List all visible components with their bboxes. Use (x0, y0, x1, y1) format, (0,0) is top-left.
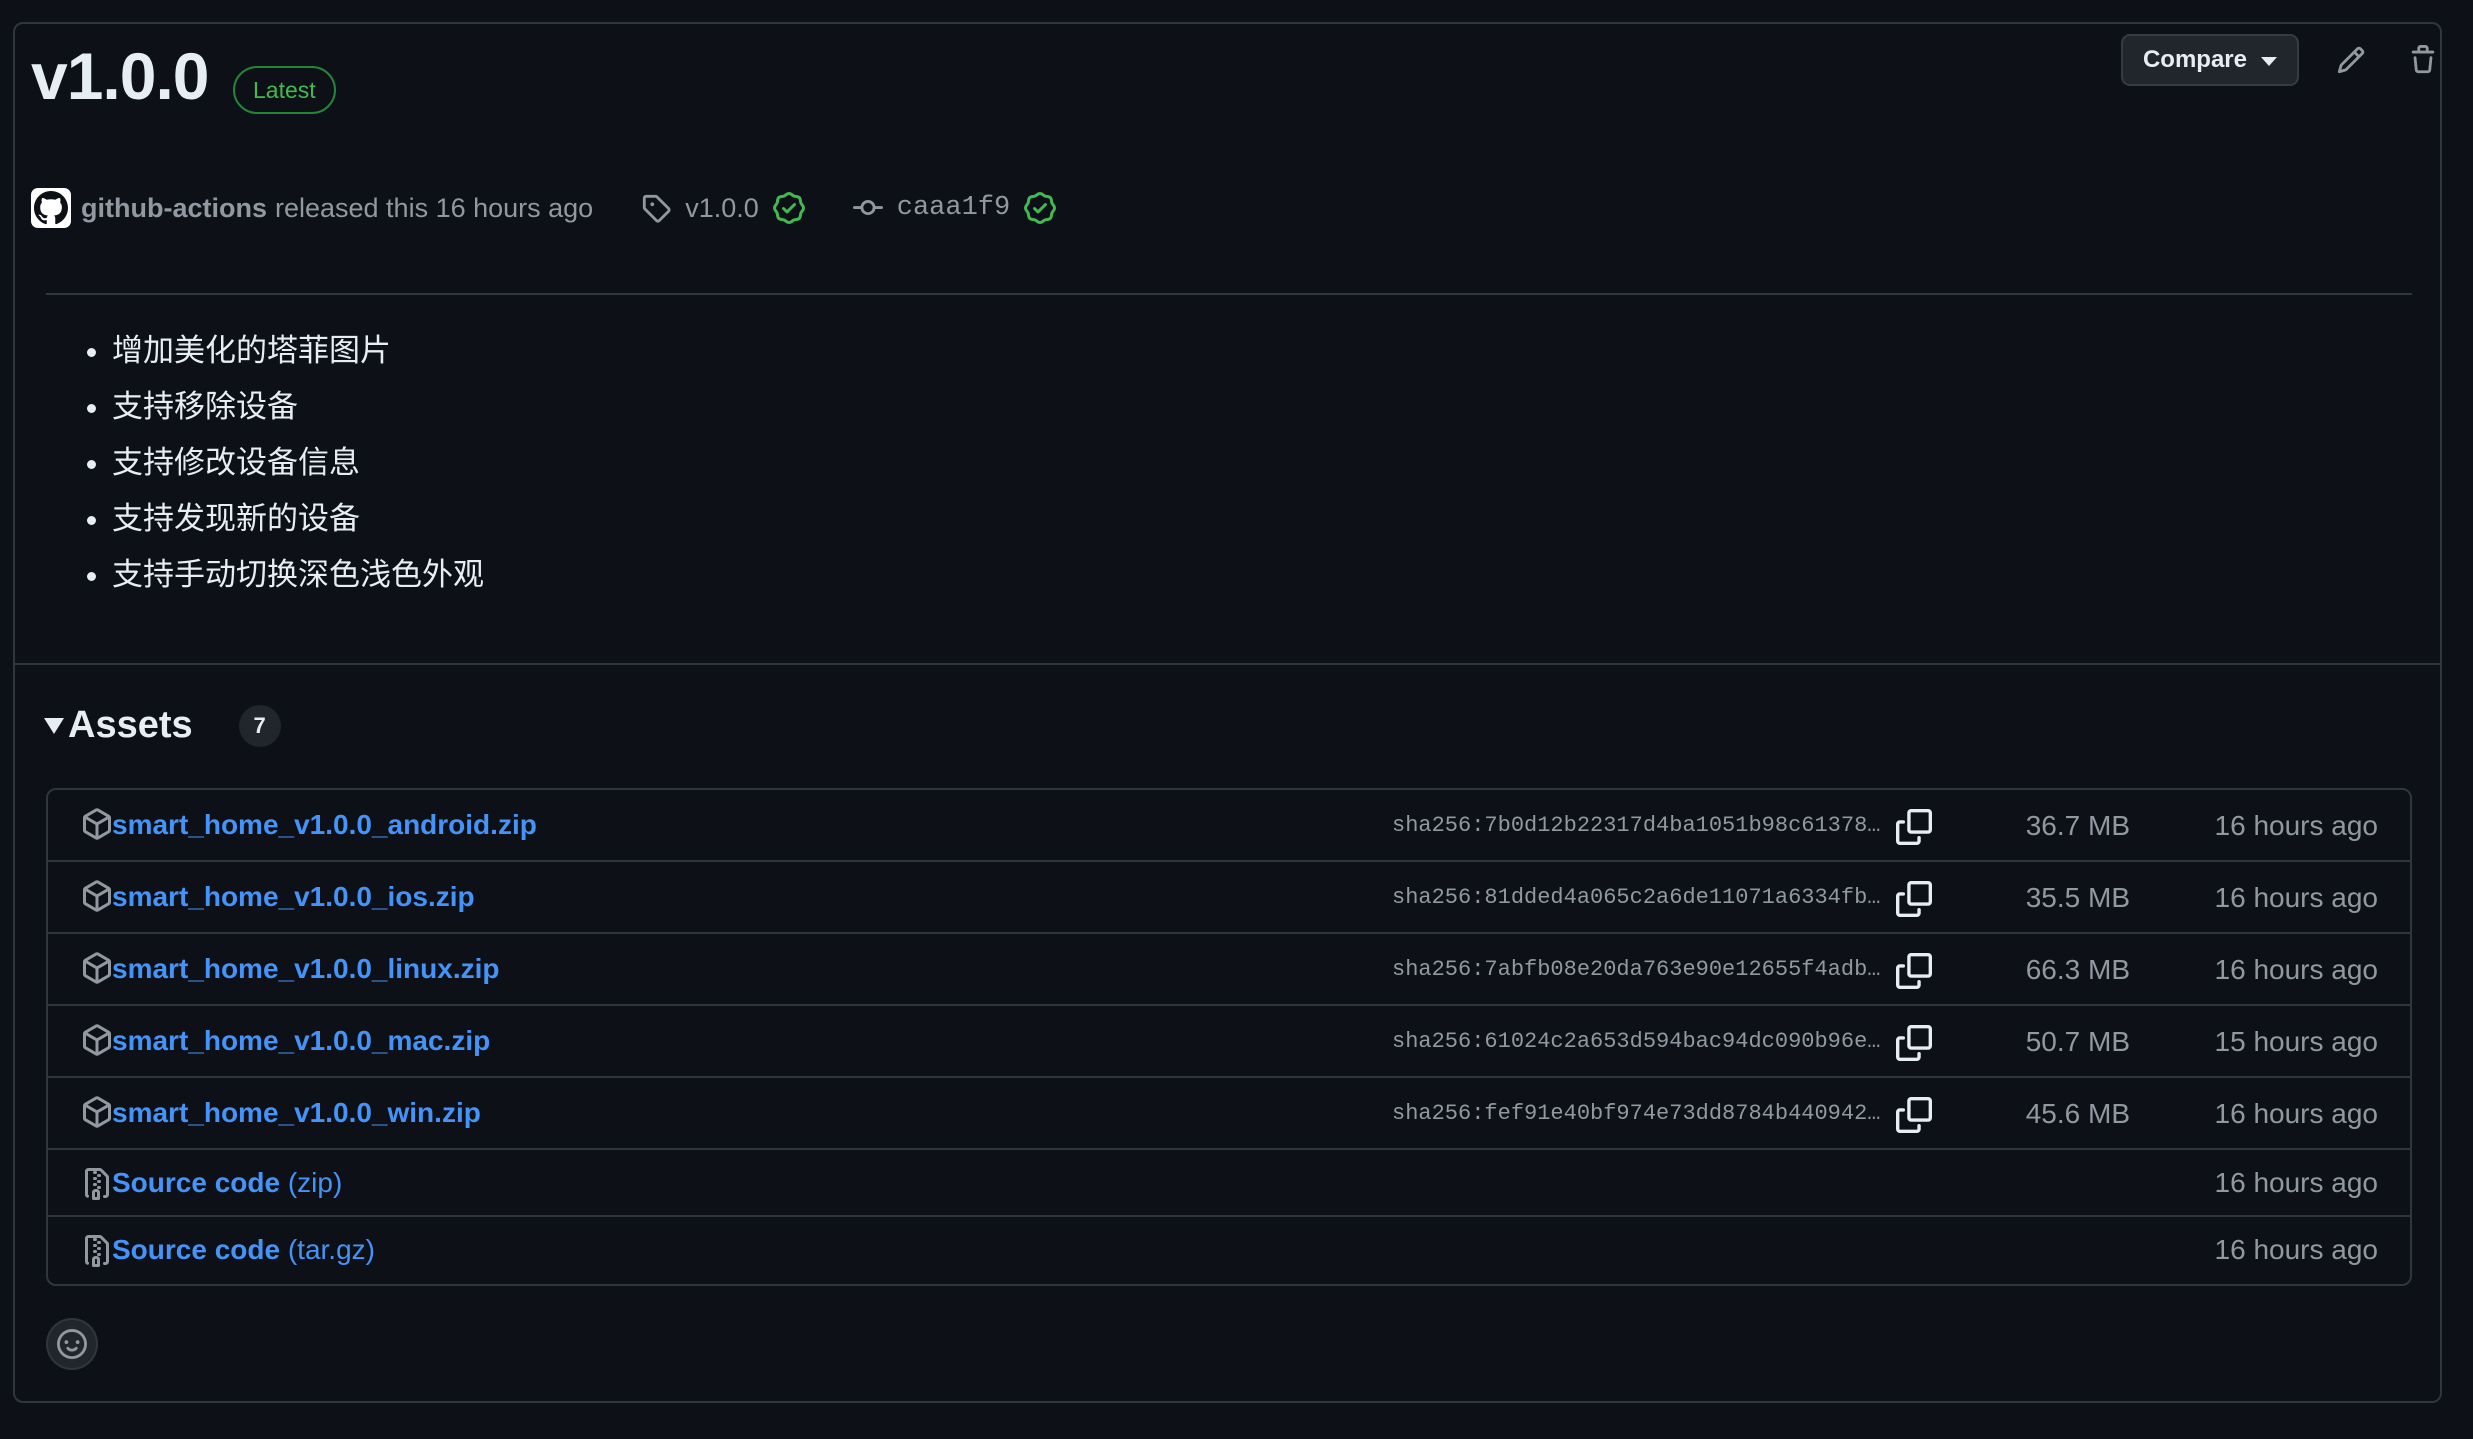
asset-download-link[interactable]: smart_home_v1.0.0_win.zip (112, 1078, 481, 1148)
verified-check-icon[interactable] (1024, 192, 1057, 224)
release-title[interactable]: v1.0.0 (31, 38, 209, 114)
triangle-down-icon (44, 717, 64, 734)
trash-icon (2411, 45, 2435, 74)
asset-sha256: sha256:81dded4a065c2a6de11071a6334fb… (1392, 885, 1881, 910)
author-link[interactable]: github-actions (81, 193, 267, 224)
source-format: (tar.gz) (287, 1234, 375, 1265)
source-format: (zip) (287, 1167, 343, 1198)
asset-time: 16 hours ago (2214, 1234, 2378, 1265)
copy-icon[interactable] (1896, 1025, 1932, 1061)
asset-time: 16 hours ago (2214, 1167, 2378, 1198)
source-code-label: Source code (112, 1234, 281, 1265)
smiley-icon (57, 1329, 87, 1359)
copy-icon[interactable] (1896, 881, 1932, 917)
source-code-label: Source code (112, 1167, 281, 1198)
asset-size: 36.7 MB (2025, 810, 2130, 841)
compare-button-label: Compare (2142, 46, 2247, 73)
commit-link[interactable]: caaa1f9 (897, 193, 1010, 223)
asset-download-link[interactable]: smart_home_v1.0.0_android.zip (112, 790, 537, 860)
asset-sha256: sha256:7abfb08e20da763e90e12655f4adb… (1392, 957, 1881, 982)
package-icon (83, 808, 111, 840)
git-commit-icon (852, 200, 883, 216)
add-reaction-button[interactable] (46, 1318, 98, 1370)
release-note-item: 支持移除设备 (112, 384, 484, 440)
package-icon (83, 1024, 111, 1056)
asset-time: 16 hours ago (2214, 882, 2378, 913)
github-mark-icon (34, 191, 68, 225)
edit-release-button[interactable] (2331, 40, 2371, 80)
header-divider (46, 293, 2412, 295)
asset-row: smart_home_v1.0.0_ios.zip sha256:81dded4… (48, 862, 2410, 934)
asset-sha256: sha256:61024c2a653d594bac94dc090b96e… (1392, 1029, 1881, 1054)
tag-icon (643, 194, 671, 223)
asset-size: 66.3 MB (2025, 954, 2130, 985)
tag-group: v1.0.0 (641, 192, 805, 224)
asset-download-link[interactable]: smart_home_v1.0.0_ios.zip (112, 862, 475, 932)
asset-download-link[interactable]: smart_home_v1.0.0_linux.zip (112, 934, 500, 1004)
tag-link[interactable]: v1.0.0 (685, 193, 759, 224)
asset-sha256: sha256:fef91e40bf974e73dd8784b440942… (1392, 1101, 1881, 1126)
released-text: released this 16 hours ago (274, 192, 594, 223)
pencil-icon (2337, 46, 2365, 74)
asset-row-source: Source code (zip) 16 hours ago (48, 1150, 2410, 1217)
package-icon (83, 880, 111, 912)
release-note-item: 支持修改设备信息 (112, 440, 484, 496)
author-avatar[interactable] (31, 188, 71, 228)
asset-time: 16 hours ago (2214, 954, 2378, 985)
source-code-zip-link[interactable]: Source code (zip) (112, 1150, 342, 1216)
asset-time: 16 hours ago (2214, 1098, 2378, 1129)
chevron-down-icon (2261, 57, 2277, 66)
latest-badge: Latest (233, 66, 336, 114)
file-zip-icon (85, 1168, 109, 1200)
assets-list: smart_home_v1.0.0_android.zip sha256:7b0… (46, 788, 2412, 1286)
release-header-actions: Compare (2120, 34, 2443, 86)
section-divider (13, 663, 2442, 665)
compare-button[interactable]: Compare (2120, 34, 2299, 86)
release-note-item: 支持手动切换深色浅色外观 (112, 552, 484, 608)
release-meta: github-actions released this 16 hours ag… (31, 185, 1057, 231)
asset-size: 50.7 MB (2025, 1026, 2130, 1057)
asset-time: 16 hours ago (2214, 810, 2378, 841)
asset-row: smart_home_v1.0.0_linux.zip sha256:7abfb… (48, 934, 2410, 1006)
asset-row: smart_home_v1.0.0_android.zip sha256:7b0… (48, 790, 2410, 862)
package-icon (83, 952, 111, 984)
asset-size: 45.6 MB (2025, 1098, 2130, 1129)
release-note-item: 增加美化的塔菲图片 (112, 328, 484, 384)
verified-check-icon[interactable] (772, 192, 805, 224)
assets-title: Assets (68, 704, 193, 746)
copy-icon[interactable] (1896, 809, 1932, 845)
copy-icon[interactable] (1896, 953, 1932, 989)
package-icon (83, 1096, 111, 1128)
asset-time: 15 hours ago (2214, 1026, 2378, 1057)
asset-sha256: sha256:7b0d12b22317d4ba1051b98c61378… (1392, 813, 1881, 838)
delete-release-button[interactable] (2403, 40, 2443, 80)
asset-row-source: Source code (tar.gz) 16 hours ago (48, 1217, 2410, 1284)
copy-icon[interactable] (1896, 1097, 1932, 1133)
release-notes: 增加美化的塔菲图片 支持移除设备 支持修改设备信息 支持发现新的设备 支持手动切… (70, 328, 484, 608)
source-code-targz-link[interactable]: Source code (tar.gz) (112, 1217, 375, 1283)
release-note-item: 支持发现新的设备 (112, 496, 484, 552)
asset-row: smart_home_v1.0.0_win.zip sha256:fef91e4… (48, 1078, 2410, 1150)
asset-size: 35.5 MB (2025, 882, 2130, 913)
commit-group: caaa1f9 (852, 192, 1057, 224)
assets-toggle[interactable]: Assets 7 (44, 704, 281, 747)
asset-row: smart_home_v1.0.0_mac.zip sha256:61024c2… (48, 1006, 2410, 1078)
assets-count-badge: 7 (238, 704, 281, 747)
asset-download-link[interactable]: smart_home_v1.0.0_mac.zip (112, 1006, 490, 1076)
file-zip-icon (85, 1235, 109, 1267)
